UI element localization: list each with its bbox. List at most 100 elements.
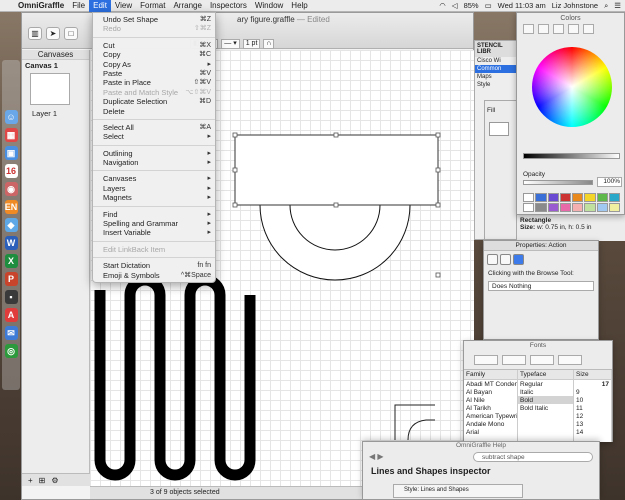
action-select[interactable]: Does Nothing (488, 281, 594, 291)
font-family-item[interactable]: American Typewri (464, 412, 517, 420)
selection-tool-button[interactable]: ➤ (46, 27, 60, 40)
stencil-item[interactable]: Cisco Wi (475, 57, 517, 65)
size-item[interactable]: 14 (574, 428, 611, 436)
size-item[interactable]: 12 (574, 412, 611, 420)
help-search-input[interactable]: subtract shape (473, 452, 593, 462)
typeface-item[interactable]: Bold Italic (518, 404, 573, 412)
menu-item-select-all[interactable]: Select All ⌘A (93, 123, 215, 132)
dock-omni-icon[interactable]: ◆ (4, 218, 18, 232)
menu-item-copy[interactable]: Copy ⌘C (93, 50, 215, 59)
menu-item-copy-as[interactable]: Copy As ▸ (93, 60, 215, 69)
spotlight-icon[interactable]: ⌕ (604, 1, 608, 11)
menu-item-outlining[interactable]: Outlining ▸ (93, 149, 215, 158)
notification-center-icon[interactable]: ☰ (614, 1, 621, 10)
menu-inspectors[interactable]: Inspectors (206, 0, 251, 12)
note-tab-icon[interactable] (487, 254, 498, 265)
document-color-well[interactable] (558, 355, 582, 365)
font-family-item[interactable]: Abadi MT Conden (464, 380, 517, 388)
opacity-slider[interactable] (523, 180, 593, 185)
color-palettes-mode-icon[interactable] (553, 24, 564, 34)
menu-item-duplicate-selection[interactable]: Duplicate Selection ⌘D (93, 97, 215, 106)
color-swatch[interactable] (608, 203, 620, 212)
forward-arrow-icon[interactable]: ▶ (377, 452, 383, 461)
dock-omnigraffle-icon[interactable]: ◎ (4, 344, 18, 358)
toggle-sidebar-button[interactable]: ▥ (28, 27, 42, 40)
color-swatch[interactable] (572, 193, 584, 202)
size-field[interactable]: 17 (574, 380, 611, 388)
menu-item-select[interactable]: Select ▸ (93, 132, 215, 141)
opacity-field[interactable]: 100% (597, 177, 622, 187)
size-item[interactable]: 10 (574, 396, 611, 404)
pencils-mode-icon[interactable] (583, 24, 594, 34)
typeface-item[interactable]: Regular (518, 380, 573, 388)
typeface-item[interactable]: Bold (518, 396, 573, 404)
volume-icon[interactable]: ◁ (452, 1, 458, 10)
menu-item-canvases[interactable]: Canvases ▸ (93, 174, 215, 183)
layer-list-item[interactable]: Layer 1 (22, 105, 89, 118)
menubar-user[interactable]: Liz Johnstone (552, 1, 598, 10)
menu-item-insert-variable[interactable]: Insert Variable ▸ (93, 228, 215, 237)
menubar-clock[interactable]: Wed 11:03 am (498, 1, 546, 10)
dock-photos-icon[interactable]: ◉ (4, 182, 18, 196)
color-swatch[interactable] (608, 193, 620, 202)
menu-item-cut[interactable]: Cut ⌘X (93, 41, 215, 50)
size-item[interactable]: 11 (574, 404, 611, 412)
dock-finder-icon[interactable]: ☺ (4, 110, 18, 124)
menu-item-navigation[interactable]: Navigation ▸ (93, 158, 215, 167)
text-underline-select[interactable] (474, 355, 498, 365)
color-swatch[interactable] (572, 203, 584, 212)
color-swatch[interactable] (559, 193, 571, 202)
text-color-well[interactable] (530, 355, 554, 365)
fill-color-well[interactable] (489, 122, 509, 136)
font-family-item[interactable]: Al Tarikh (464, 404, 517, 412)
color-swatch[interactable] (547, 203, 559, 212)
data-tab-icon[interactable] (500, 254, 511, 265)
color-swatch[interactable] (584, 193, 596, 202)
image-palettes-mode-icon[interactable] (568, 24, 579, 34)
canvas-thumbnail[interactable] (30, 73, 70, 105)
gear-icon[interactable]: ⚙ (51, 476, 58, 485)
line-width-field[interactable]: 1 pt (242, 39, 261, 49)
color-swatch[interactable] (559, 203, 571, 212)
wifi-icon[interactable]: ◠ (439, 1, 446, 10)
dock-excel-icon[interactable]: X (4, 254, 18, 268)
dock-powerpoint-icon[interactable]: P (4, 272, 18, 286)
menu-arrange[interactable]: Arrange (169, 0, 205, 12)
font-family-item[interactable]: Al Bayan (464, 388, 517, 396)
add-layer-icon[interactable]: ⊞ (39, 476, 46, 485)
color-wheel-mode-icon[interactable] (523, 24, 534, 34)
menu-item-delete[interactable]: Delete (93, 107, 215, 116)
back-arrow-icon[interactable]: ◀ (369, 452, 375, 461)
color-swatch[interactable] (535, 203, 547, 212)
color-swatch[interactable] (523, 203, 535, 212)
dock-acrobat-icon[interactable]: A (4, 308, 18, 322)
menu-item-find[interactable]: Find ▸ (93, 210, 215, 219)
color-swatch[interactable] (596, 193, 608, 202)
menu-edit[interactable]: Edit (89, 0, 111, 12)
size-item[interactable]: 13 (574, 420, 611, 428)
stencil-item[interactable]: Style (475, 81, 517, 89)
menu-help[interactable]: Help (287, 0, 311, 12)
menu-format[interactable]: Format (136, 0, 169, 12)
menu-item-paste[interactable]: Paste ⌘V (93, 69, 215, 78)
text-strikethrough-select[interactable] (502, 355, 526, 365)
font-family-item[interactable]: Arial (464, 428, 517, 436)
color-swatch[interactable] (535, 193, 547, 202)
help-subsection[interactable]: Style: Lines and Shapes (393, 484, 523, 498)
menu-file[interactable]: File (68, 0, 89, 12)
canvas-list-item[interactable]: Canvas 1 (22, 60, 89, 71)
add-canvas-icon[interactable]: + (28, 476, 33, 485)
menu-item-layers[interactable]: Layers ▸ (93, 184, 215, 193)
menu-item-undo-set-shape[interactable]: Undo Set Shape ⌘Z (93, 15, 215, 24)
brightness-slider[interactable] (523, 153, 620, 159)
size-item[interactable]: 9 (574, 388, 611, 396)
menu-item-paste-in-place[interactable]: Paste in Place ⇧⌘V (93, 78, 215, 87)
color-swatch[interactable] (547, 193, 559, 202)
color-sliders-mode-icon[interactable] (538, 24, 549, 34)
magnet-icon[interactable]: ∩ (263, 39, 275, 49)
color-wheel[interactable] (532, 47, 612, 127)
dock-app-icon[interactable]: ▣ (4, 146, 18, 160)
menu-item-spelling-and-grammar[interactable]: Spelling and Grammar ▸ (93, 219, 215, 228)
dock-date-icon[interactable]: 16 (4, 164, 18, 178)
dock-calendar-icon[interactable]: ▦ (4, 128, 18, 142)
